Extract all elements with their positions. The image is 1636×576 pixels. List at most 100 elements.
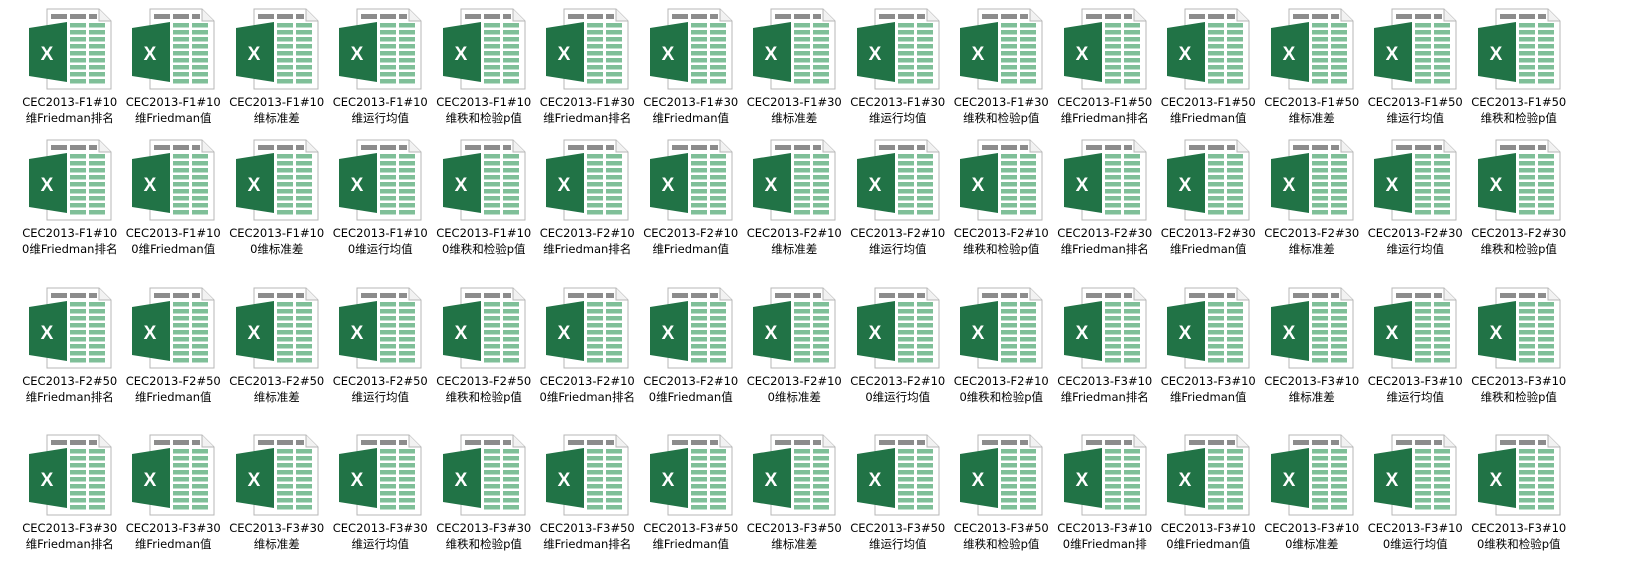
file-name: CEC2013-F3#100维标准差 [1264, 521, 1360, 551]
file-item-19[interactable]: X CEC2013-F1#100维运行均值 [329, 139, 433, 287]
file-item-2[interactable]: X CEC2013-F1#10维Friedman值 [122, 8, 226, 139]
file-item-28[interactable]: X CEC2013-F2#30维标准差 [1260, 139, 1364, 287]
file-item-30[interactable]: X CEC2013-F2#30维秩和检验p值 [1467, 139, 1571, 287]
file-item-58[interactable]: X CEC2013-F3#100维标准差 [1260, 434, 1364, 574]
file-name: CEC2013-F1#50维秩和检验p值 [1471, 95, 1567, 125]
file-item-25[interactable]: X CEC2013-F2#10维秩和检验p值 [950, 139, 1054, 287]
svg-text:X: X [454, 470, 467, 491]
file-name: CEC2013-F1#30维秩和检验p值 [953, 95, 1049, 125]
file-item-20[interactable]: X CEC2013-F1#100维秩和检验p值 [432, 139, 536, 287]
file-name: CEC2013-F2#30维秩和检验p值 [1471, 226, 1567, 256]
excel-file-icon: X [28, 287, 112, 369]
file-item-36[interactable]: X CEC2013-F2#100维Friedman排名 [536, 287, 640, 434]
file-item-32[interactable]: X CEC2013-F2#50维Friedman值 [122, 287, 226, 434]
excel-file-icon: X [1270, 434, 1354, 516]
file-name: CEC2013-F1#100维运行均值 [332, 226, 428, 256]
file-item-43[interactable]: X CEC2013-F3#10维标准差 [1260, 287, 1364, 434]
excel-file-icon: X [1167, 8, 1250, 90]
file-name: CEC2013-F2#100维Friedman值 [643, 374, 739, 404]
file-item-14[interactable]: X CEC2013-F1#50维运行均值 [1364, 8, 1468, 139]
svg-text:X: X [40, 44, 53, 65]
file-item-53[interactable]: X CEC2013-F3#50维标准差 [743, 434, 847, 574]
svg-text:X: X [1386, 323, 1399, 344]
excel-file-icon: X [1167, 287, 1250, 369]
file-name: CEC2013-F3#100维Friedman排 [1057, 521, 1153, 551]
file-item-50[interactable]: X CEC2013-F3#30维秩和检验p值 [432, 434, 536, 574]
file-item-18[interactable]: X CEC2013-F1#100维标准差 [225, 139, 329, 287]
file-item-21[interactable]: X CEC2013-F2#10维Friedman排名 [536, 139, 640, 287]
file-name: CEC2013-F2#50维运行均值 [332, 374, 428, 404]
file-item-40[interactable]: X CEC2013-F2#100维秩和检验p值 [950, 287, 1054, 434]
file-item-52[interactable]: X CEC2013-F3#50维Friedman值 [639, 434, 743, 574]
file-item-9[interactable]: X CEC2013-F1#30维运行均值 [846, 8, 950, 139]
file-item-49[interactable]: X CEC2013-F3#30维运行均值 [329, 434, 433, 574]
file-name: CEC2013-F3#30维秩和检验p值 [436, 521, 532, 551]
file-item-24[interactable]: X CEC2013-F2#10维运行均值 [846, 139, 950, 287]
svg-text:X: X [1179, 44, 1192, 65]
file-item-55[interactable]: X CEC2013-F3#50维秩和检验p值 [950, 434, 1054, 574]
excel-file-icon: X [1477, 434, 1561, 516]
file-item-31[interactable]: X CEC2013-F2#50维Friedman排名 [18, 287, 122, 434]
svg-text:X: X [1489, 470, 1502, 491]
file-item-60[interactable]: X CEC2013-F3#100维秩和检验p值 [1467, 434, 1571, 574]
file-item-4[interactable]: X CEC2013-F1#10维运行均值 [329, 8, 433, 139]
file-item-33[interactable]: X CEC2013-F2#50维标准差 [225, 287, 329, 434]
file-name: CEC2013-F3#30维Friedman值 [125, 521, 221, 551]
file-item-37[interactable]: X CEC2013-F2#100维Friedman值 [639, 287, 743, 434]
file-item-11[interactable]: X CEC2013-F1#50维Friedman排名 [1053, 8, 1157, 139]
file-name: CEC2013-F1#30维Friedman排名 [539, 95, 635, 125]
file-name: CEC2013-F2#10维标准差 [746, 226, 842, 256]
file-item-46[interactable]: X CEC2013-F3#30维Friedman排名 [18, 434, 122, 574]
file-item-51[interactable]: X CEC2013-F3#50维Friedman排名 [536, 434, 640, 574]
file-item-39[interactable]: X CEC2013-F2#100维运行均值 [846, 287, 950, 434]
file-item-29[interactable]: X CEC2013-F2#30维运行均值 [1364, 139, 1468, 287]
file-item-12[interactable]: X CEC2013-F1#50维Friedman值 [1157, 8, 1261, 139]
file-item-15[interactable]: X CEC2013-F1#50维秩和检验p值 [1467, 8, 1571, 139]
file-item-38[interactable]: X CEC2013-F2#100维标准差 [743, 287, 847, 434]
file-name: CEC2013-F3#10维运行均值 [1367, 374, 1463, 404]
excel-file-icon: X [1374, 139, 1457, 221]
svg-text:X: X [1075, 470, 1088, 491]
file-name: CEC2013-F2#30维Friedman值 [1160, 226, 1256, 256]
svg-text:X: X [351, 323, 364, 344]
file-item-34[interactable]: X CEC2013-F2#50维运行均值 [329, 287, 433, 434]
svg-text:X: X [661, 470, 674, 491]
file-item-8[interactable]: X CEC2013-F1#30维标准差 [743, 8, 847, 139]
file-item-47[interactable]: X CEC2013-F3#30维Friedman值 [122, 434, 226, 574]
file-item-16[interactable]: X CEC2013-F1#100维Friedman排名 [18, 139, 122, 287]
svg-text:X: X [144, 44, 157, 65]
excel-file-icon: X [546, 139, 629, 221]
file-item-57[interactable]: X CEC2013-F3#100维Friedman值 [1157, 434, 1261, 574]
file-item-23[interactable]: X CEC2013-F2#10维标准差 [743, 139, 847, 287]
excel-file-icon: X [1063, 139, 1147, 221]
file-item-27[interactable]: X CEC2013-F2#30维Friedman值 [1157, 139, 1261, 287]
file-item-5[interactable]: X CEC2013-F1#10维秩和检验p值 [432, 8, 536, 139]
file-item-56[interactable]: X CEC2013-F3#100维Friedman排 [1053, 434, 1157, 574]
file-item-54[interactable]: X CEC2013-F3#50维运行均值 [846, 434, 950, 574]
file-name: CEC2013-F2#100维Friedman排名 [539, 374, 635, 404]
file-item-1[interactable]: X CEC2013-F1#10维Friedman排名 [18, 8, 122, 139]
file-item-41[interactable]: X CEC2013-F3#10维Friedman排名 [1053, 287, 1157, 434]
file-name: CEC2013-F1#10维标准差 [229, 95, 325, 125]
file-item-48[interactable]: X CEC2013-F3#30维标准差 [225, 434, 329, 574]
file-item-59[interactable]: X CEC2013-F3#100维运行均值 [1364, 434, 1468, 574]
file-item-44[interactable]: X CEC2013-F3#10维运行均值 [1364, 287, 1468, 434]
file-item-3[interactable]: X CEC2013-F1#10维标准差 [225, 8, 329, 139]
file-name: CEC2013-F3#50维秩和检验p值 [953, 521, 1049, 551]
file-item-35[interactable]: X CEC2013-F2#50维秩和检验p值 [432, 287, 536, 434]
file-item-45[interactable]: X CEC2013-F3#10维秩和检验p值 [1467, 287, 1571, 434]
file-item-13[interactable]: X CEC2013-F1#50维标准差 [1260, 8, 1364, 139]
file-item-7[interactable]: X CEC2013-F1#30维Friedman值 [639, 8, 743, 139]
svg-text:X: X [247, 323, 260, 344]
file-item-17[interactable]: X CEC2013-F1#100维Friedman值 [122, 139, 226, 287]
excel-file-icon: X [960, 8, 1043, 90]
file-item-42[interactable]: X CEC2013-F3#10维Friedman值 [1157, 287, 1261, 434]
file-item-6[interactable]: X CEC2013-F1#30维Friedman排名 [536, 8, 640, 139]
file-item-22[interactable]: X CEC2013-F2#10维Friedman值 [639, 139, 743, 287]
excel-file-icon: X [235, 139, 319, 221]
excel-file-icon: X [856, 8, 940, 90]
svg-text:X: X [765, 323, 778, 344]
file-item-10[interactable]: X CEC2013-F1#30维秩和检验p值 [950, 8, 1054, 139]
file-item-26[interactable]: X CEC2013-F2#30维Friedman排名 [1053, 139, 1157, 287]
file-name: CEC2013-F1#30维标准差 [746, 95, 842, 125]
